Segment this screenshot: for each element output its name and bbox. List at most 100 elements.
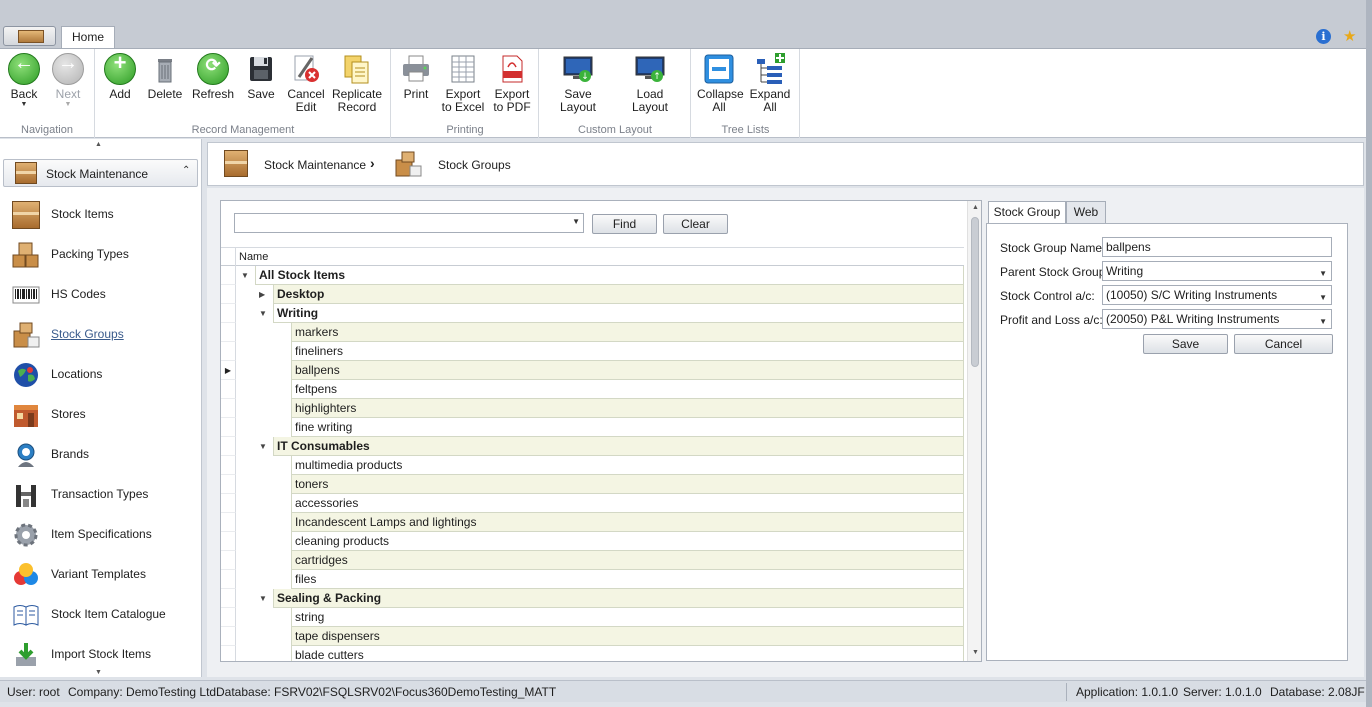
- sidebar-item-stores[interactable]: Stores: [0, 395, 200, 433]
- chevron-up-icon[interactable]: ⌃: [182, 165, 190, 176]
- scroll-up-icon[interactable]: ▲: [972, 204, 979, 211]
- parent-stock-group-select[interactable]: Writing ▼: [1102, 261, 1332, 281]
- print-button[interactable]: Print: [398, 53, 434, 101]
- tree-node-label[interactable]: Desktop: [273, 285, 964, 304]
- vertical-scrollbar[interactable]: ▲ ▼: [967, 201, 981, 661]
- load-layout-button[interactable]: ↑ Load Layout: [618, 53, 682, 114]
- info-icon[interactable]: i: [1316, 29, 1331, 44]
- tree-row[interactable]: ▼ IT Consumables: [221, 437, 964, 456]
- column-header-name[interactable]: Name: [239, 251, 268, 263]
- stock-control-select[interactable]: (10050) S/C Writing Instruments ▼: [1102, 285, 1332, 305]
- tree-node-label[interactable]: string: [291, 608, 964, 627]
- cancel-edit-button[interactable]: Cancel Edit: [286, 53, 326, 114]
- save-layout-button[interactable]: ↓ Save Layout: [546, 53, 610, 114]
- refresh-button[interactable]: ⟳ Refresh: [192, 53, 234, 101]
- tree-node-label[interactable]: fineliners: [291, 342, 964, 361]
- tree-row[interactable]: Incandescent Lamps and lightings: [221, 513, 964, 532]
- tree-node-label[interactable]: feltpens: [291, 380, 964, 399]
- tree-node-label[interactable]: ballpens: [291, 361, 964, 380]
- next-button[interactable]: → Next ▼: [50, 53, 86, 109]
- collapse-node-icon[interactable]: ▼: [241, 266, 249, 285]
- chevron-down-icon[interactable]: ▼: [1319, 289, 1327, 307]
- tree-node-label[interactable]: blade cutters: [291, 646, 964, 661]
- replicate-record-button[interactable]: Replicate Record: [332, 53, 382, 114]
- tree-row[interactable]: ▼ All Stock Items: [221, 266, 964, 285]
- stock-group-name-field[interactable]: ballpens: [1102, 237, 1332, 257]
- back-button[interactable]: ← Back ▼: [6, 53, 42, 109]
- sidebar-item-locations[interactable]: Locations: [0, 355, 200, 393]
- tab-home[interactable]: Home: [61, 26, 115, 49]
- chevron-down-icon[interactable]: ▼: [1319, 265, 1327, 283]
- tree-node-label[interactable]: tape dispensers: [291, 627, 964, 646]
- tab-stock-group[interactable]: Stock Group: [988, 201, 1066, 225]
- tree-row[interactable]: feltpens: [221, 380, 964, 399]
- tree-node-label[interactable]: files: [291, 570, 964, 589]
- sidebar-item-transaction-types[interactable]: Transaction Types: [0, 475, 200, 513]
- find-button[interactable]: Find: [592, 214, 657, 234]
- search-input[interactable]: ▼: [234, 213, 584, 233]
- sidebar-item-import-stock-items[interactable]: Import Stock Items: [0, 635, 200, 673]
- tree-row[interactable]: markers: [221, 323, 964, 342]
- tree-node-label[interactable]: cartridges: [291, 551, 964, 570]
- tree-node-label[interactable]: highlighters: [291, 399, 964, 418]
- tree-row[interactable]: cartridges: [221, 551, 964, 570]
- scroll-down-icon[interactable]: ▼: [972, 649, 979, 656]
- tree-node-label[interactable]: cleaning products: [291, 532, 964, 551]
- save-button[interactable]: Save: [1143, 334, 1228, 354]
- expand-all-button[interactable]: Expand All: [748, 53, 792, 114]
- expand-node-icon[interactable]: ▶: [259, 285, 265, 304]
- tree-row[interactable]: highlighters: [221, 399, 964, 418]
- tree-node-label[interactable]: toners: [291, 475, 964, 494]
- sidebar-item-hs-codes[interactable]: HS Codes: [0, 275, 200, 313]
- tree-row[interactable]: files: [221, 570, 964, 589]
- tree-row[interactable]: toners: [221, 475, 964, 494]
- tree-row[interactable]: multimedia products: [221, 456, 964, 475]
- tree-row[interactable]: ▶ Desktop: [221, 285, 964, 304]
- scroll-up-icon[interactable]: ▲: [95, 141, 102, 148]
- tab-web[interactable]: Web: [1066, 201, 1106, 224]
- sidebar-group-header[interactable]: Stock Maintenance ⌃: [3, 159, 198, 187]
- star-icon[interactable]: ★: [1343, 27, 1356, 45]
- tree-node-label[interactable]: Writing: [273, 304, 964, 323]
- scrollbar-thumb[interactable]: [971, 217, 979, 367]
- tree-row[interactable]: accessories: [221, 494, 964, 513]
- export-excel-button[interactable]: Export to Excel: [440, 53, 486, 114]
- delete-button[interactable]: Delete: [146, 53, 184, 101]
- save-button[interactable]: Save: [242, 53, 280, 101]
- tree-node-label[interactable]: markers: [291, 323, 964, 342]
- scroll-down-icon[interactable]: ▼: [95, 669, 102, 676]
- tree-row[interactable]: cleaning products: [221, 532, 964, 551]
- tree-node-label[interactable]: accessories: [291, 494, 964, 513]
- tree-row[interactable]: tape dispensers: [221, 627, 964, 646]
- sidebar-item-variant-templates[interactable]: Variant Templates: [0, 555, 200, 593]
- cancel-button[interactable]: Cancel: [1234, 334, 1333, 354]
- collapse-all-button[interactable]: Collapse All: [697, 53, 744, 114]
- tree-node-label[interactable]: Sealing & Packing: [273, 589, 964, 608]
- tree-node-label[interactable]: fine writing: [291, 418, 964, 437]
- add-button[interactable]: + Add: [102, 52, 138, 101]
- chevron-down-icon[interactable]: ▼: [572, 217, 580, 226]
- tree-row[interactable]: ▶ ballpens: [221, 361, 964, 380]
- tree-row[interactable]: string: [221, 608, 964, 627]
- breadcrumb-item-stock-maintenance[interactable]: Stock Maintenance: [264, 158, 366, 172]
- collapse-node-icon[interactable]: ▼: [259, 437, 267, 456]
- sidebar-item-stock-groups[interactable]: Stock Groups: [0, 315, 200, 353]
- sidebar-item-stock-item-catalogue[interactable]: Stock Item Catalogue: [0, 595, 200, 633]
- sidebar-item-item-specifications[interactable]: Item Specifications: [0, 515, 200, 553]
- tree-node-label[interactable]: All Stock Items: [255, 266, 964, 285]
- tree-row[interactable]: blade cutters: [221, 646, 964, 661]
- profit-loss-select[interactable]: (20050) P&L Writing Instruments ▼: [1102, 309, 1332, 329]
- tree-node-label[interactable]: IT Consumables: [273, 437, 964, 456]
- sidebar-item-packing-types[interactable]: Packing Types: [0, 235, 200, 273]
- tree-node-label[interactable]: Incandescent Lamps and lightings: [291, 513, 964, 532]
- tree-row[interactable]: fineliners: [221, 342, 964, 361]
- tree-row[interactable]: fine writing: [221, 418, 964, 437]
- tree-row[interactable]: ▼ Sealing & Packing: [221, 589, 964, 608]
- export-pdf-button[interactable]: Export to PDF: [492, 53, 532, 114]
- sidebar-item-brands[interactable]: Brands: [0, 435, 200, 473]
- collapse-node-icon[interactable]: ▼: [259, 589, 267, 608]
- tree-node-label[interactable]: multimedia products: [291, 456, 964, 475]
- sidebar-item-stock-items[interactable]: Stock Items: [0, 195, 200, 233]
- clear-button[interactable]: Clear: [663, 214, 728, 234]
- collapse-node-icon[interactable]: ▼: [259, 304, 267, 323]
